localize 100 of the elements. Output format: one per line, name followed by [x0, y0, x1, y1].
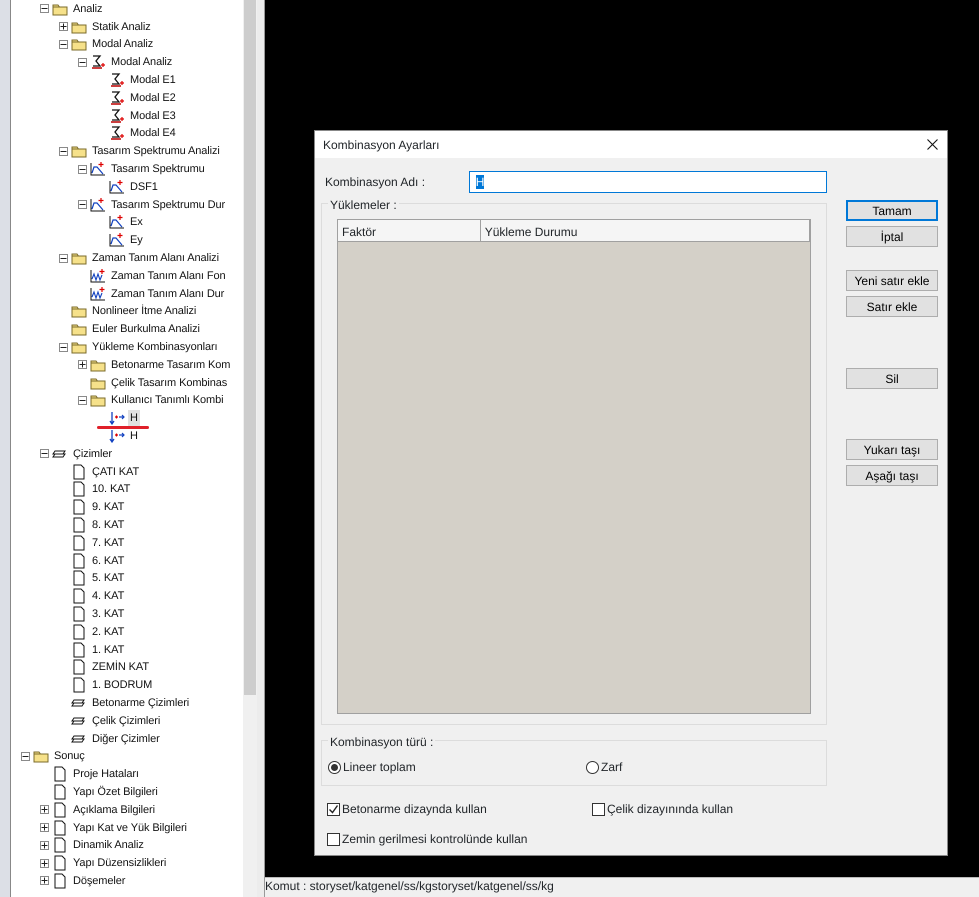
expand-toggle[interactable] [40, 805, 49, 814]
field-label: Kombinasyon Adı : [324, 174, 426, 191]
page-icon [71, 606, 87, 622]
tree-item[interactable]: 3. KAT [90, 606, 126, 622]
tree-item[interactable]: 1. KAT [90, 642, 126, 658]
sigma-icon [90, 54, 106, 70]
tree-item[interactable]: Nonlineer İtme Analizi [90, 303, 198, 320]
close-icon [926, 139, 938, 150]
page-icon [71, 464, 87, 480]
tree-item[interactable]: Yapı Düzensizlikleri [71, 855, 168, 872]
scrollbar-thumb[interactable] [244, 0, 256, 695]
tree-item[interactable]: Sonuç [52, 748, 87, 764]
tree-item[interactable]: 4. KAT [90, 588, 126, 604]
tree-item[interactable]: Döşemeler [71, 872, 128, 889]
dialog-button[interactable]: Yeni satır ekle [846, 270, 938, 291]
dialog-button[interactable]: İptal [846, 226, 938, 247]
tree-item[interactable]: 6. KAT [90, 552, 126, 569]
tree-item[interactable]: Analiz [71, 0, 104, 17]
tree-item[interactable]: ÇATI KAT [90, 464, 142, 480]
tree-item[interactable]: Çelik Çizimleri [90, 712, 162, 729]
tree-item[interactable]: Çelik Tasarım Kombinas [109, 374, 230, 391]
tree-item[interactable]: Modal Analiz [90, 36, 156, 52]
checkbox-option[interactable]: Zemin gerilmesi kontrolünde kullan [327, 830, 592, 848]
dialog-button[interactable]: Aşağı taşı [846, 465, 938, 486]
expand-toggle[interactable] [40, 823, 49, 832]
collapse-toggle[interactable] [40, 449, 49, 458]
tree-item[interactable]: H [128, 410, 140, 426]
tree-item[interactable]: Yapı Özet Bilgileri [71, 784, 160, 800]
tree-item[interactable]: Diğer Çizimler [90, 730, 162, 747]
collapse-toggle[interactable] [78, 200, 87, 210]
tree-item[interactable]: Statik Analiz [90, 18, 153, 35]
tree-item[interactable]: Modal E1 [128, 72, 178, 88]
name-field[interactable]: H [468, 171, 827, 193]
tree-item[interactable]: Dinamik Analiz [71, 837, 146, 854]
column-header[interactable]: Yükleme Durumu [480, 220, 810, 241]
tree-item[interactable]: 7. KAT [90, 534, 126, 551]
collapse-toggle[interactable] [78, 164, 87, 174]
tree-item[interactable]: Betonarme Tasarım Kom [109, 356, 232, 373]
dialog-button[interactable]: Sil [846, 368, 938, 389]
page-icon [71, 517, 87, 533]
collapse-toggle[interactable] [78, 58, 87, 67]
tree-item[interactable]: 5. KAT [90, 570, 126, 586]
tree-item[interactable]: H [128, 428, 140, 444]
tree-item[interactable]: Zaman Tanım Alanı Fon [109, 268, 228, 284]
dialog-button[interactable]: Yukarı taşı [846, 439, 938, 460]
expand-toggle[interactable] [40, 840, 49, 850]
checkbox-option[interactable]: Çelik dizayınında kullan [592, 800, 832, 818]
tree-item[interactable]: Proje Hataları [71, 766, 141, 782]
tree-item[interactable]: Ex [128, 214, 145, 230]
dialog-button[interactable]: Satır ekle [846, 296, 938, 317]
expand-toggle[interactable] [40, 858, 49, 868]
tree-item[interactable]: DSF1 [128, 178, 160, 195]
expand-toggle[interactable] [59, 22, 68, 32]
tree-item[interactable]: 1. BODRUM [90, 677, 154, 694]
tree-item[interactable]: Ey [128, 232, 145, 248]
spectrum-chart-icon [109, 232, 125, 248]
page-icon [71, 588, 87, 604]
tree-item[interactable]: 10. KAT [90, 481, 132, 498]
tree-item[interactable]: Zaman Tanım Alanı Analizi [90, 250, 221, 266]
dialog-button[interactable]: Tamam [846, 200, 938, 221]
collapse-toggle[interactable] [59, 40, 68, 49]
tree-item[interactable]: Kullanıcı Tanımlı Kombi [109, 392, 226, 408]
column-header[interactable]: Faktör [338, 220, 481, 241]
tree-item[interactable]: Tasarım Spektrumu [109, 161, 207, 178]
tree-item[interactable]: Çizimler [71, 446, 114, 462]
tree-item[interactable]: Açıklama Bilgileri [71, 802, 157, 818]
tree-item[interactable]: Yapı Kat ve Yük Bilgileri [71, 820, 189, 836]
radio-option[interactable]: Lineer toplam [328, 758, 586, 776]
expand-toggle[interactable] [40, 876, 49, 886]
collapse-toggle[interactable] [59, 254, 68, 263]
page-icon [52, 766, 68, 782]
page-icon [71, 677, 87, 694]
tree-item[interactable]: Modal E3 [128, 108, 178, 124]
radio-option[interactable]: Zarf [586, 758, 622, 776]
tree-item[interactable]: Euler Burkulma Analizi [90, 321, 202, 338]
tree-item[interactable]: Modal E2 [128, 90, 178, 106]
expand-toggle[interactable] [78, 360, 87, 370]
collapse-toggle[interactable] [40, 4, 49, 14]
tree-item[interactable]: ZEMİN KAT [90, 659, 151, 676]
plus-icon [41, 877, 48, 884]
collapse-toggle[interactable] [78, 396, 87, 405]
collapse-toggle[interactable] [59, 146, 68, 156]
plus-icon [41, 824, 48, 832]
tree-item[interactable]: 8. KAT [90, 517, 126, 533]
page-icon [52, 784, 68, 800]
tree-item[interactable]: Yükleme Kombinasyonları [90, 339, 220, 356]
page-icon [71, 642, 87, 658]
tree-item[interactable]: 2. KAT [90, 624, 126, 640]
page-icon [71, 552, 87, 569]
collapse-toggle[interactable] [21, 752, 30, 761]
tree-item[interactable]: Modal Analiz [109, 54, 174, 70]
tree-item[interactable]: Zaman Tanım Alanı Dur [109, 286, 226, 302]
plus-icon [60, 23, 67, 30]
tree-item[interactable]: Tasarım Spektrumu Dur [109, 196, 228, 213]
checkbox-option[interactable]: Betonarme dizaynda kullan [327, 800, 592, 818]
collapse-toggle[interactable] [59, 342, 68, 352]
tree-item[interactable]: Tasarım Spektrumu Analizi [90, 143, 222, 160]
tree-item[interactable]: 9. KAT [90, 499, 126, 516]
tree-item[interactable]: Betonarme Çizimleri [90, 694, 192, 711]
tree-item[interactable]: Modal E4 [128, 125, 178, 142]
